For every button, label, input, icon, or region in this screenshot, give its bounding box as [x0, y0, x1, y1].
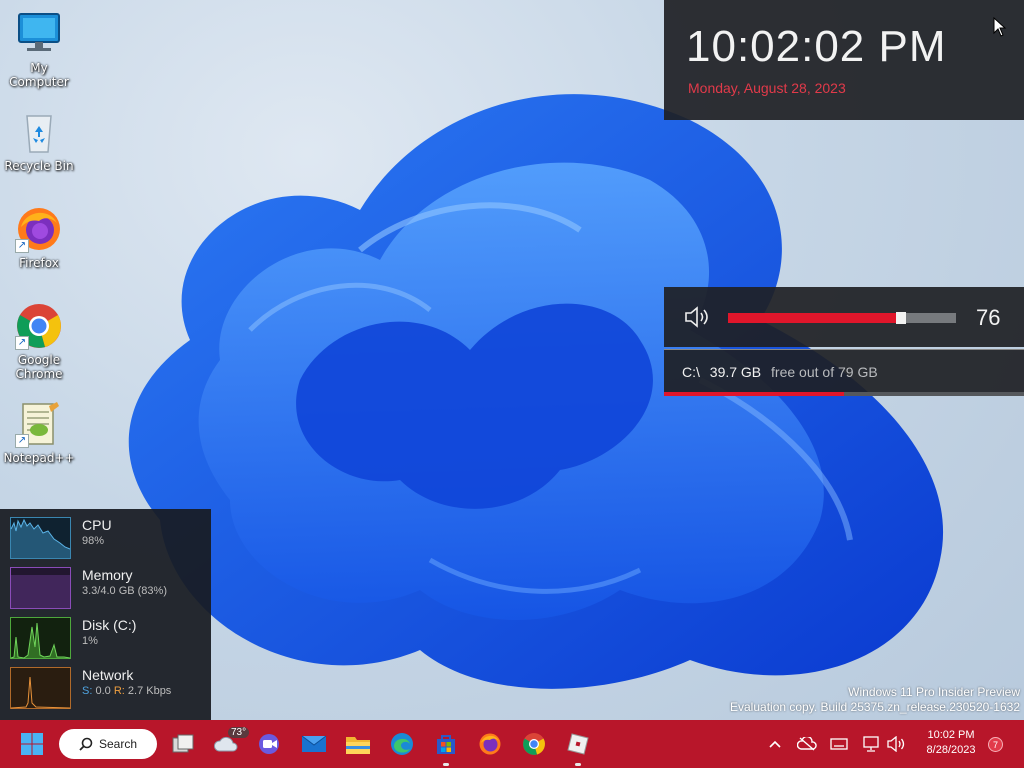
volume-fill	[728, 313, 901, 323]
firefox-icon	[479, 733, 501, 755]
watermark-line2: Evaluation copy. Build 25375.zn_release.…	[730, 700, 1020, 714]
chrome-icon: ↗	[15, 302, 63, 350]
shortcut-arrow-icon: ↗	[15, 336, 29, 350]
mail-button[interactable]	[297, 728, 331, 760]
desktop-icon-my-computer[interactable]: My Computer	[0, 10, 78, 89]
cpu-graph	[10, 517, 71, 559]
volume-slider[interactable]	[728, 312, 956, 324]
drive-usage-fill	[664, 392, 844, 396]
video-chat-icon	[259, 734, 279, 754]
cpu-title: CPU	[82, 517, 112, 533]
edge-icon	[391, 733, 413, 755]
desktop-icon-google-chrome[interactable]: ↗ Google Chrome	[0, 302, 78, 381]
volume-value: 76	[976, 305, 1001, 330]
cpu-value: 98%	[82, 535, 105, 547]
network-title: Network	[82, 667, 134, 683]
monitor-disk[interactable]: Disk (C:) 1%	[0, 609, 211, 659]
speaker-icon	[887, 736, 905, 752]
evaluation-watermark: Windows 11 Pro Insider Preview Evaluatio…	[730, 685, 1020, 715]
volume-widget: 76	[664, 287, 1024, 347]
chrome-icon	[523, 733, 545, 755]
resource-monitor: CPU 98% Memory 3.3/4.0 GB (83%) Disk (C:…	[0, 509, 211, 720]
tray-time: 10:02 PM	[927, 729, 975, 741]
task-view-button[interactable]	[166, 728, 200, 760]
roblox-icon	[567, 733, 589, 755]
network-send-value: 0.0	[95, 685, 111, 697]
folder-icon	[346, 737, 370, 754]
firefox-taskbar-button[interactable]	[473, 728, 507, 760]
store-button[interactable]	[429, 728, 463, 766]
chrome-taskbar-button[interactable]	[517, 728, 551, 760]
desktop-icon-label: Notepad++	[3, 451, 75, 465]
chevron-up-icon	[769, 740, 781, 748]
desktop-icon-label: Firefox	[19, 256, 59, 270]
mouse-cursor-icon	[993, 17, 1007, 37]
store-icon	[437, 735, 455, 754]
network-wired-icon	[863, 736, 879, 752]
drive-suffix: free out of 79 GB	[771, 364, 878, 380]
taskbar-search[interactable]: Search	[59, 729, 157, 759]
recycle-bin-icon	[15, 108, 63, 156]
desktop-icon-label: Google Chrome	[15, 353, 63, 381]
edge-button[interactable]	[385, 728, 419, 760]
weather-temperature: 73°	[228, 727, 250, 738]
search-icon	[79, 737, 93, 751]
network-receive-label: R:	[113, 685, 125, 697]
task-view-icon	[172, 734, 194, 753]
disk-graph	[10, 617, 71, 659]
monitor-memory[interactable]: Memory 3.3/4.0 GB (83%)	[0, 559, 211, 609]
firefox-icon: ↗	[15, 205, 63, 253]
volume-knob[interactable]	[896, 312, 906, 324]
teams-chat-button[interactable]	[253, 728, 287, 760]
drive-free: 39.7 GB	[709, 364, 762, 380]
notification-badge[interactable]: 7	[988, 737, 1003, 752]
file-explorer-button[interactable]	[341, 728, 375, 760]
desktop-icon-notepadpp[interactable]: ↗ Notepad++	[0, 400, 78, 465]
network-send-label: S:	[82, 685, 93, 697]
disk-value: 1%	[82, 635, 98, 647]
show-hidden-icons-button[interactable]	[760, 728, 790, 760]
touch-keyboard-tray-button[interactable]	[824, 728, 854, 760]
watermark-line1: Windows 11 Pro Insider Preview	[848, 685, 1020, 699]
disk-title: Disk (C:)	[82, 617, 137, 633]
onedrive-tray-button[interactable]	[792, 728, 822, 760]
desktop-icon-label: Recycle Bin	[4, 159, 74, 173]
search-label: Search	[99, 737, 138, 751]
roblox-taskbar-button[interactable]	[561, 728, 595, 766]
memory-title: Memory	[82, 567, 133, 583]
desktop-icon-recycle-bin[interactable]: Recycle Bin	[0, 108, 78, 173]
speaker-icon[interactable]	[684, 305, 712, 329]
monitor-cpu[interactable]: CPU 98%	[0, 509, 211, 559]
drive-widget: C:\ 39.7 GB free out of 79 GB	[664, 349, 1024, 396]
monitor-network[interactable]: Network S: 0.0 R: 2.7 Kbps	[0, 659, 211, 709]
start-button[interactable]	[15, 728, 49, 760]
memory-graph	[10, 567, 71, 609]
taskbar: Search 10:02 PM 8/28/2023	[0, 720, 1024, 768]
clock-time: 10:02:02 PM	[686, 22, 947, 71]
running-indicator	[443, 763, 449, 766]
mail-icon	[301, 735, 327, 752]
notepadpp-icon: ↗	[15, 400, 63, 448]
drive-usage-bar	[664, 392, 1024, 396]
desktop-icon-firefox[interactable]: ↗ Firefox	[0, 205, 78, 270]
tray-clock[interactable]: 10:02 PM 8/28/2023	[916, 728, 986, 758]
keyboard-icon	[830, 738, 848, 750]
drive-letter: C:\	[682, 364, 700, 380]
onedrive-offline-icon	[797, 737, 817, 751]
shortcut-arrow-icon: ↗	[15, 239, 29, 253]
running-indicator	[575, 763, 581, 766]
memory-value: 3.3/4.0 GB (83%)	[82, 585, 167, 597]
monitor-icon	[15, 10, 63, 58]
volume-tray-button[interactable]	[882, 728, 912, 760]
network-receive-value: 2.7 Kbps	[127, 685, 172, 697]
windows-logo-icon	[21, 733, 43, 755]
network-value: S: 0.0 R: 2.7 Kbps	[82, 685, 171, 697]
clock-date: Monday, August 28, 2023	[688, 80, 846, 96]
drive-info: C:\ 39.7 GB free out of 79 GB	[682, 364, 878, 380]
desktop-icon-label: My Computer	[9, 61, 69, 89]
clock-widget: 10:02:02 PM Monday, August 28, 2023	[664, 0, 1024, 120]
network-graph	[10, 667, 71, 709]
tray-date: 8/28/2023	[926, 744, 976, 756]
shortcut-arrow-icon: ↗	[15, 434, 29, 448]
